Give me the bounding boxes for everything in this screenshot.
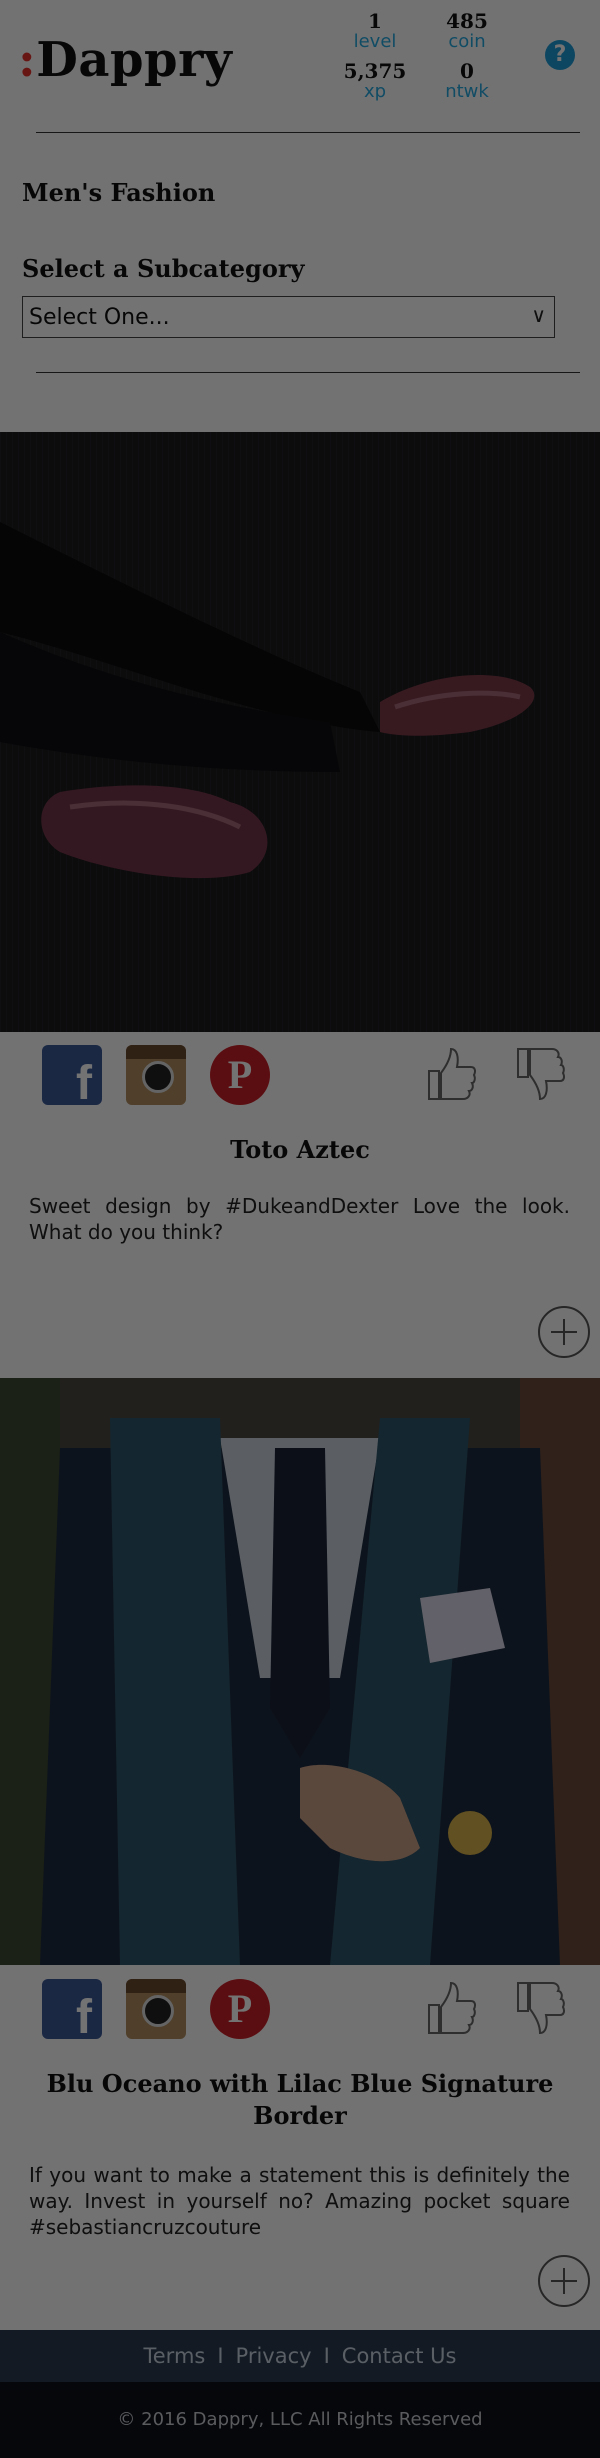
thumbs-down-icon[interactable] xyxy=(514,1045,566,1103)
facebook-share-icon[interactable]: f xyxy=(42,1045,102,1110)
page: :Dappry 1 level 485 coin 5,375 xp 0 ntwk… xyxy=(0,0,600,2458)
divider xyxy=(36,372,580,373)
add-icon[interactable] xyxy=(538,1306,590,1358)
footer-link-privacy[interactable]: Privacy xyxy=(236,2344,312,2368)
post-description: Sweet design by #DukeandDexter Love the … xyxy=(29,1194,570,1244)
footer-nav: Terms I Privacy I Contact Us xyxy=(0,2330,600,2382)
pinterest-share-icon[interactable]: P xyxy=(210,1045,270,1105)
subcategory-select-value: Select One... xyxy=(29,305,170,330)
instagram-share-icon[interactable] xyxy=(126,1979,186,2039)
facebook-share-icon[interactable]: f xyxy=(42,1979,102,2044)
stat-ntwk: 0 ntwk xyxy=(445,59,489,102)
scarf-photo xyxy=(0,1378,600,1965)
post-description: If you want to make a statement this is … xyxy=(29,2163,570,2239)
stat-coin: 485 coin xyxy=(446,9,488,52)
footer-copyright: © 2016 Dappry, LLC All Rights Reserved xyxy=(0,2382,600,2458)
footer-link-terms[interactable]: Terms xyxy=(144,2344,206,2368)
post-title: Blu Oceano with Lilac Blue Signature Bor… xyxy=(46,2069,554,2130)
subcategory-heading: Select a Subcategory xyxy=(22,254,305,283)
add-icon[interactable] xyxy=(538,2255,590,2307)
post-image-scarf[interactable] xyxy=(0,1378,600,1965)
subcategory-select[interactable]: Select One... ∨ xyxy=(22,296,555,338)
category-title: Men's Fashion xyxy=(22,178,216,207)
loafers-photo xyxy=(0,432,600,1032)
instagram-share-icon[interactable] xyxy=(126,1045,186,1105)
stat-level: 1 level xyxy=(353,9,397,52)
pinterest-share-icon[interactable]: P xyxy=(210,1979,270,2039)
thumbs-up-icon[interactable] xyxy=(425,1045,477,1103)
stat-xp: 5,375 xp xyxy=(343,59,407,102)
divider xyxy=(36,132,580,133)
chevron-down-icon: ∨ xyxy=(531,303,546,327)
post-image-shoes[interactable] xyxy=(0,432,600,1032)
thumbs-down-icon[interactable] xyxy=(514,1979,566,2037)
dappry-logo[interactable]: :Dappry xyxy=(18,32,232,88)
post-title: Toto Aztec xyxy=(230,1135,370,1164)
thumbs-up-icon[interactable] xyxy=(425,1979,477,2037)
footer-link-contact[interactable]: Contact Us xyxy=(342,2344,457,2368)
help-icon[interactable]: ? xyxy=(545,40,575,70)
